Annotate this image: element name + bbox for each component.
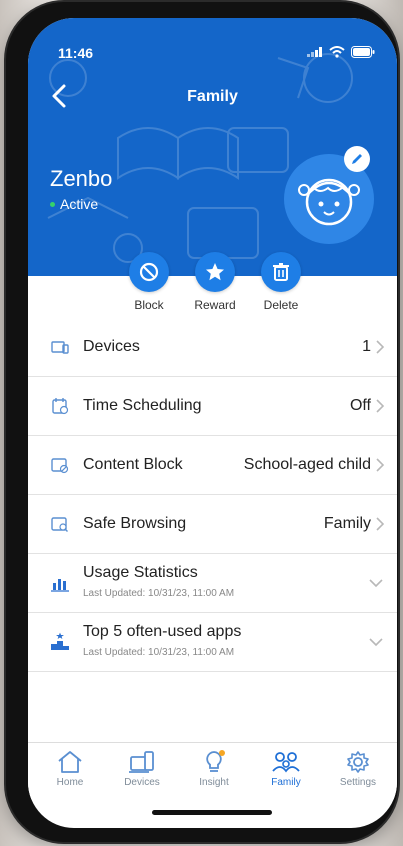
delete-label: Delete	[263, 298, 299, 312]
usage-statistics-updated: Last Updated: 10/31/23, 11:00 AM	[83, 588, 235, 599]
devices-label: Devices	[83, 338, 140, 355]
delete-icon-circle	[261, 252, 301, 292]
time-scheduling-row[interactable]: Time Scheduling Off	[28, 377, 397, 436]
chevron-right-icon	[376, 458, 385, 472]
time-scheduling-label: Time Scheduling	[83, 397, 202, 414]
devices-icon	[51, 341, 69, 354]
chevron-right-icon	[376, 517, 385, 531]
nav-devices[interactable]: Devices	[112, 749, 172, 788]
content-block-label: Content Block	[83, 456, 183, 473]
bottom-nav: Home Devices Insight Family Settings	[28, 742, 397, 799]
block-label: Block	[134, 298, 164, 312]
star-icon	[206, 263, 224, 281]
signal-icon	[307, 47, 322, 57]
phone-frame: 11:46 Family Zenbo Active Block Reward D…	[6, 2, 398, 842]
delete-button[interactable]: Delete	[246, 252, 316, 312]
nav-settings[interactable]: Settings	[328, 749, 388, 788]
status-icons	[307, 46, 375, 58]
screen: 11:46 Family Zenbo Active Block Reward D…	[28, 18, 397, 828]
nav-family[interactable]: Family	[256, 749, 316, 788]
battery-icon	[351, 46, 375, 58]
chevron-down-icon	[369, 638, 383, 647]
nav-insight-label: Insight	[199, 777, 229, 788]
pencil-icon	[352, 154, 362, 164]
child-status: Active	[50, 196, 98, 212]
block-button[interactable]: Block	[114, 252, 184, 312]
nav-settings-label: Settings	[339, 777, 377, 788]
active-dot-icon	[50, 201, 55, 207]
top-apps-updated: Last Updated: 10/31/23, 11:00 AM	[83, 647, 235, 658]
chevron-down-icon	[369, 579, 383, 588]
chevron-right-icon	[376, 340, 385, 354]
child-name: Zenbo	[50, 166, 113, 191]
usage-statistics-row[interactable]: Usage Statistics Last Updated: 10/31/23,…	[28, 554, 397, 613]
family-icon	[272, 752, 300, 773]
edit-avatar-button[interactable]	[344, 146, 370, 172]
nav-home[interactable]: Home	[40, 749, 100, 788]
block-icon-circle	[129, 252, 169, 292]
calendar-icon	[52, 398, 69, 415]
status-time: 11:46	[58, 45, 94, 61]
chevron-right-icon	[376, 399, 385, 413]
bar-chart-icon	[51, 579, 69, 592]
safe-browsing-label: Safe Browsing	[83, 515, 187, 532]
nav-devices-label: Devices	[124, 777, 160, 788]
content-block-value: School-aged child	[243, 456, 371, 473]
lightbulb-icon	[206, 750, 225, 772]
time-scheduling-value: Off	[349, 397, 371, 414]
content-block-icon	[51, 458, 69, 474]
nav-home-label: Home	[56, 777, 84, 788]
reward-label: Reward	[194, 298, 236, 312]
wifi-icon	[329, 46, 345, 58]
top-apps-row[interactable]: Top 5 often-used apps Last Updated: 10/3…	[28, 613, 397, 672]
devices-row[interactable]: Devices 1	[28, 318, 397, 377]
usage-statistics-label: Usage Statistics	[83, 564, 198, 581]
notification-dot	[219, 750, 225, 756]
safe-browsing-value: Family	[323, 515, 371, 532]
block-icon	[139, 262, 159, 282]
settings-list: Devices 1 Time Scheduling Off Content Bl…	[28, 318, 397, 672]
safe-browsing-row[interactable]: Safe Browsing Family	[28, 495, 397, 554]
reward-icon-circle	[195, 252, 235, 292]
devices-icon	[129, 751, 154, 773]
gear-icon	[347, 751, 369, 773]
family-header: 11:46 Family Zenbo Active	[28, 18, 397, 276]
home-icon	[58, 751, 82, 773]
content-block-row[interactable]: Content Block School-aged child	[28, 436, 397, 495]
podium-icon	[51, 632, 69, 650]
reward-button[interactable]: Reward	[180, 252, 250, 312]
action-buttons: Block Reward Delete	[28, 252, 397, 312]
trash-icon	[273, 263, 289, 281]
safe-browsing-icon	[51, 517, 68, 532]
devices-value: 1	[362, 338, 371, 355]
nav-family-label: Family	[271, 777, 301, 788]
top-apps-label: Top 5 often-used apps	[83, 623, 242, 640]
home-indicator	[152, 810, 272, 815]
child-status-text: Active	[60, 196, 99, 212]
nav-insight[interactable]: Insight	[184, 749, 244, 788]
page-title: Family	[187, 88, 238, 105]
